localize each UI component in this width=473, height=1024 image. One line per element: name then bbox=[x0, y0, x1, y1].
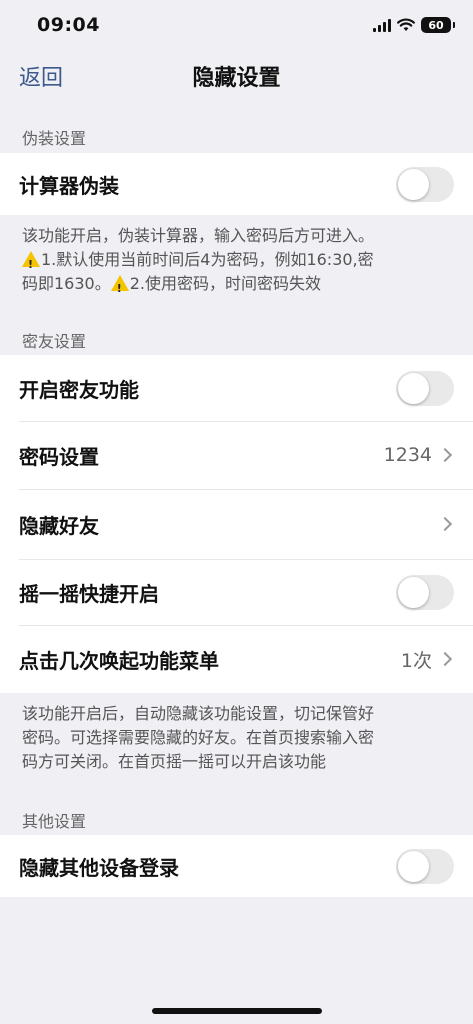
nav-bar: 返回 隐藏设置 bbox=[0, 50, 473, 100]
row-label: 摇一摇快捷开启 bbox=[19, 581, 159, 606]
status-bar: 09:04 60 bbox=[0, 0, 473, 50]
group-disguise: 计算器伪装 bbox=[0, 153, 473, 215]
section-header-disguise: 伪装设置 bbox=[22, 129, 87, 148]
note-line: 该功能开启，伪装计算器，输入密码后方可进入。 bbox=[22, 226, 375, 245]
warning-icon bbox=[110, 275, 129, 301]
shake-shortcut-toggle[interactable] bbox=[396, 574, 454, 610]
enable-secret-friend-row[interactable]: 开启密友功能 bbox=[0, 355, 473, 421]
hide-other-device-login-toggle[interactable] bbox=[396, 848, 454, 884]
shake-shortcut-row[interactable]: 摇一摇快捷开启 bbox=[0, 559, 473, 625]
note-line: 该功能开启后，自动隐藏该功能设置，切记保管好 bbox=[22, 704, 375, 723]
password-value: 1234 bbox=[383, 444, 432, 466]
group-other: 隐藏其他设备登录 bbox=[0, 835, 473, 897]
group-secret-friend: 开启密友功能 密码设置 1234 隐藏好友 摇一摇快捷开启 点击几次唤起功能菜单… bbox=[0, 355, 473, 693]
toggle-knob bbox=[398, 168, 429, 200]
row-label: 隐藏好友 bbox=[19, 513, 99, 538]
hide-friends-row[interactable]: 隐藏好友 bbox=[0, 489, 473, 559]
tap-count-value: 1次 bbox=[400, 649, 432, 672]
chevron-right-icon bbox=[437, 516, 453, 532]
note-text: 2.使用密码，时间密码失效 bbox=[129, 274, 322, 293]
note-line: 密码。可选择需要隐藏的好友。在首页搜索输入密 bbox=[22, 728, 375, 747]
section-header-secret-friend: 密友设置 bbox=[22, 332, 87, 351]
note-text: 1.默认使用当前时间后4为密码，例如16:30,密 bbox=[41, 250, 374, 269]
disguise-note: 该功能开启，伪装计算器，输入密码后方可进入。 1.默认使用当前时间后4为密码，例… bbox=[22, 224, 454, 301]
tap-count-row[interactable]: 点击几次唤起功能菜单 1次 bbox=[0, 625, 473, 693]
chevron-right-icon bbox=[437, 447, 453, 463]
note-line: 码即1630。 2.使用密码，时间密码失效 bbox=[22, 272, 454, 301]
toggle-knob bbox=[398, 850, 429, 882]
note-line: 1.默认使用当前时间后4为密码，例如16:30,密 bbox=[22, 248, 454, 277]
signal-icon bbox=[373, 18, 391, 32]
calculator-disguise-label: 计算器伪装 bbox=[19, 173, 119, 198]
note-line: 码方可关闭。在首页摇一摇可以开启该功能 bbox=[22, 752, 327, 771]
row-label: 隐藏其他设备登录 bbox=[19, 855, 179, 880]
secret-friend-note: 该功能开启后，自动隐藏该功能设置，切记保管好 密码。可选择需要隐藏的好友。在首页… bbox=[22, 702, 454, 774]
calculator-disguise-toggle[interactable] bbox=[396, 166, 454, 202]
row-label: 密码设置 bbox=[19, 444, 99, 469]
hide-other-device-login-row[interactable]: 隐藏其他设备登录 bbox=[0, 835, 473, 897]
toggle-knob bbox=[398, 372, 429, 404]
home-indicator bbox=[152, 1008, 322, 1014]
warning-icon bbox=[22, 251, 40, 277]
page-title: 隐藏设置 bbox=[192, 66, 281, 91]
note-text: 码即1630。 bbox=[22, 274, 111, 293]
calculator-disguise-row[interactable]: 计算器伪装 bbox=[0, 153, 473, 215]
chevron-right-icon bbox=[437, 651, 453, 667]
battery-icon: 60 bbox=[421, 17, 455, 33]
section-header-other: 其他设置 bbox=[22, 812, 87, 831]
toggle-knob bbox=[398, 576, 429, 608]
status-time: 09:04 bbox=[37, 14, 100, 36]
status-icons: 60 bbox=[373, 17, 455, 33]
row-label: 点击几次唤起功能菜单 bbox=[19, 648, 219, 673]
enable-secret-friend-toggle[interactable] bbox=[396, 370, 454, 406]
row-label: 开启密友功能 bbox=[19, 377, 139, 402]
wifi-icon bbox=[397, 18, 415, 31]
password-setting-row[interactable]: 密码设置 1234 bbox=[0, 421, 473, 489]
